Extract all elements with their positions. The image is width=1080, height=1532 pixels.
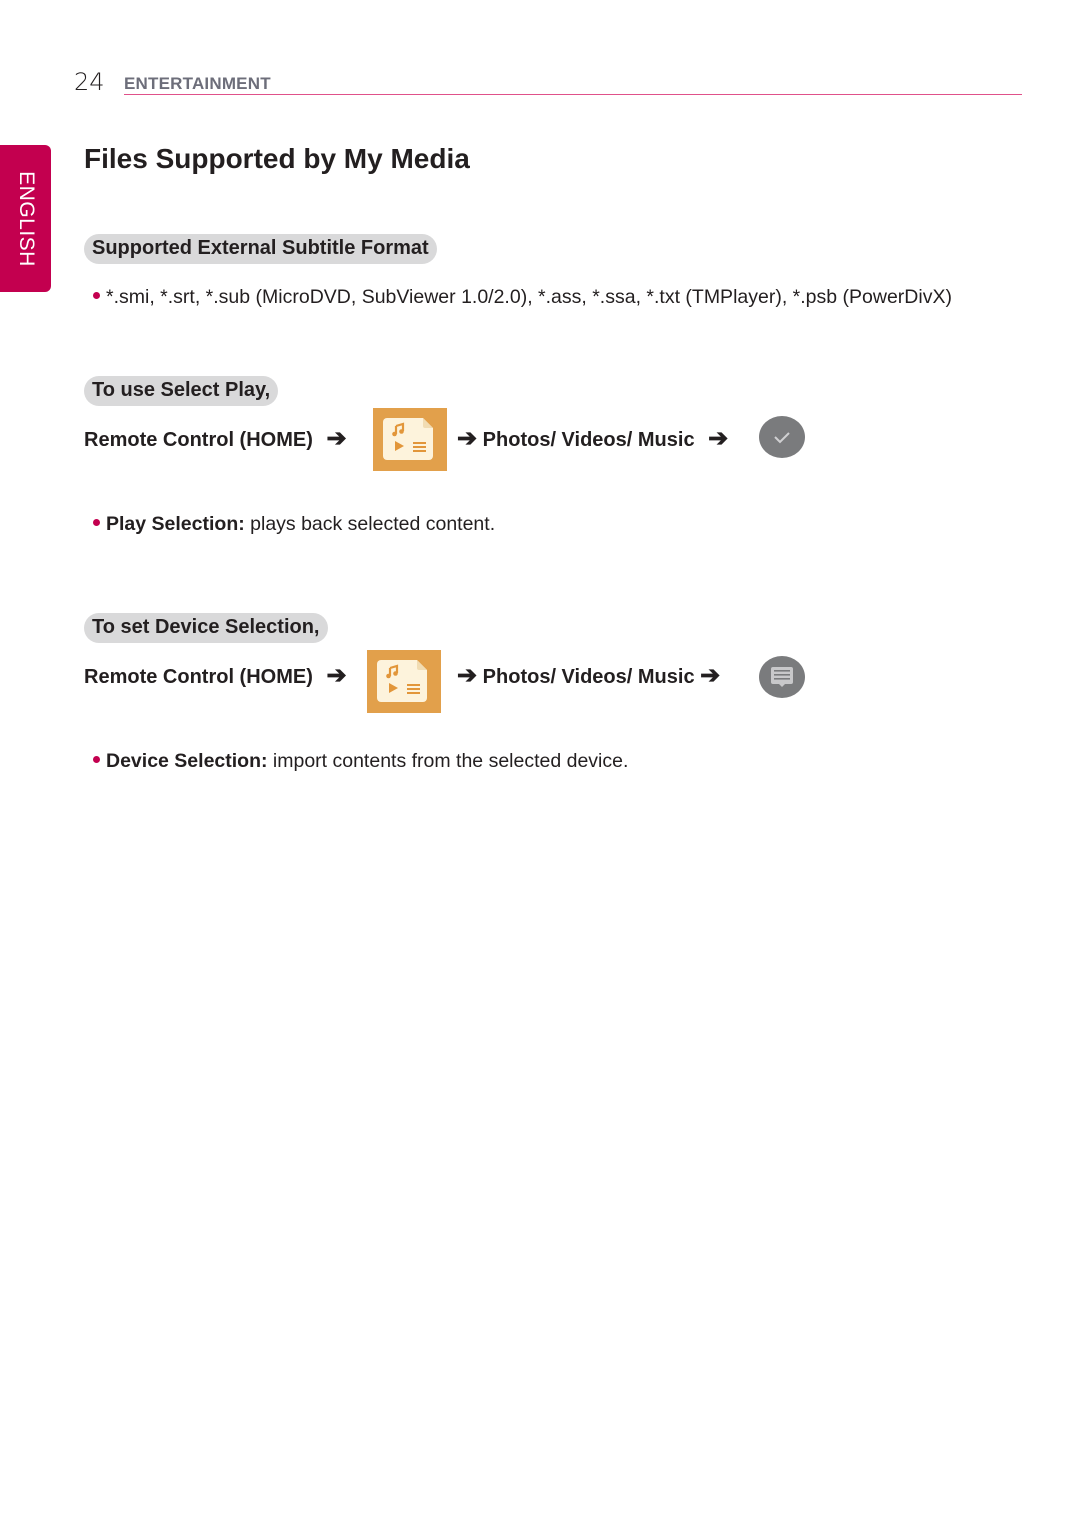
arrow-right-icon: ➔ (326, 662, 347, 689)
category-label: Photos/ Videos/ Music (482, 429, 695, 451)
device-selection-step-category: ➔ Photos/ Videos/ Music ➔ (457, 661, 720, 690)
play-selection-term: Play Selection: (106, 513, 245, 535)
device-selection-desc: import contents from the selected device… (267, 750, 629, 772)
header-divider (124, 94, 1022, 95)
arrow-right-icon: ➔ (457, 662, 478, 689)
select-play-step-category: ➔ Photos/ Videos/ Music ➔ (457, 424, 728, 453)
arrow-right-icon: ➔ (457, 425, 478, 452)
remote-control-label: Remote Control (HOME) (84, 666, 313, 688)
subtitle-format-item: *.smi, *.srt, *.sub (MicroDVD, SubViewer… (93, 286, 952, 309)
category-label: Photos/ Videos/ Music (482, 666, 695, 688)
remote-control-label: Remote Control (HOME) (84, 429, 313, 451)
play-selection-desc: plays back selected content. (244, 513, 496, 535)
device-selection-term: Device Selection: (106, 750, 268, 772)
device-list-icon (771, 667, 793, 687)
play-selection-item: Play Selection: plays back selected cont… (93, 513, 495, 536)
subtitle-format-heading: Supported External Subtitle Format (84, 234, 437, 264)
device-list-button[interactable] (759, 656, 805, 698)
my-media-icon[interactable] (367, 650, 441, 713)
device-selection-step-remote: Remote Control (HOME) ➔ (84, 661, 347, 690)
checkmark-button[interactable] (759, 416, 805, 458)
arrow-right-icon: ➔ (700, 662, 721, 689)
language-tab-label: ENGLISH (14, 170, 38, 267)
arrow-right-icon: ➔ (708, 425, 729, 452)
language-tab: ENGLISH (0, 145, 51, 292)
section-label: ENTERTAINMENT (124, 74, 271, 93)
device-selection-heading: To set Device Selection, (84, 613, 328, 643)
bullet-dot (93, 756, 100, 764)
checkmark-icon (774, 432, 790, 444)
arrow-right-icon: ➔ (326, 425, 347, 452)
select-play-step-remote: Remote Control (HOME) ➔ (84, 424, 347, 453)
bullet-dot (93, 292, 100, 300)
subtitle-format-list: *.smi, *.srt, *.sub (MicroDVD, SubViewer… (106, 286, 952, 308)
bullet-dot (93, 519, 100, 527)
page-number: 24 (74, 68, 105, 96)
my-media-icon[interactable] (373, 408, 447, 471)
page-title: Files Supported by My Media (84, 143, 470, 174)
select-play-heading: To use Select Play, (84, 376, 279, 406)
device-selection-item: Device Selection: import contents from t… (93, 750, 628, 773)
